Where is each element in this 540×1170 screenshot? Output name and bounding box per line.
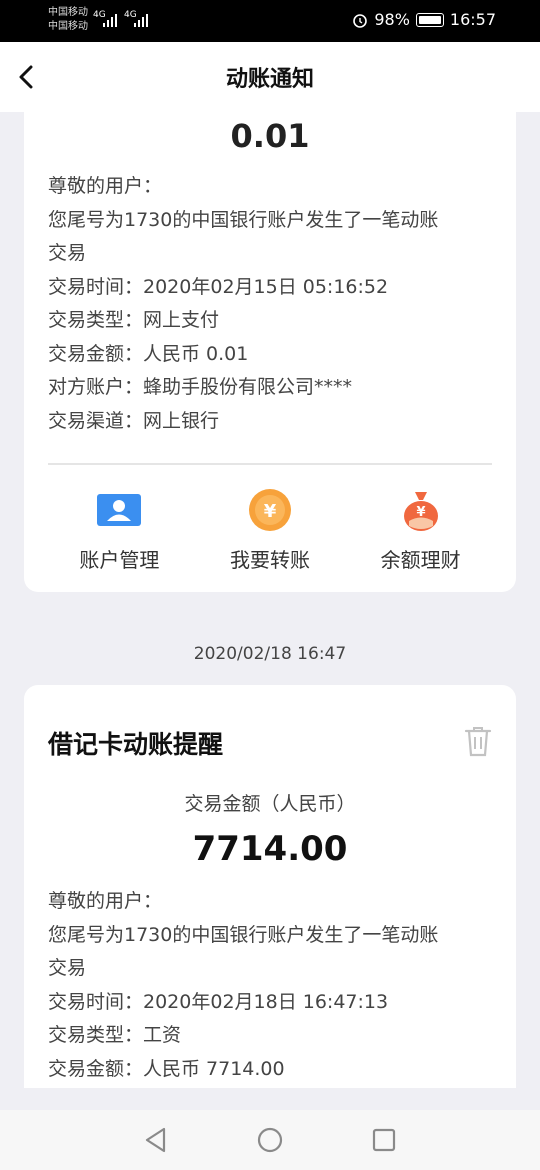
signal-icon bbox=[134, 14, 148, 27]
recents-square-icon[interactable] bbox=[370, 1126, 398, 1154]
alarm-icon bbox=[353, 13, 368, 28]
amount-value: 0.01 bbox=[230, 117, 310, 155]
carrier-1: 中国移动 bbox=[48, 7, 88, 18]
transaction-details: 尊敬的用户： 您尾号为1730的中国银行账户发生了一笔动账 交易 交易时间：20… bbox=[48, 170, 498, 438]
back-button[interactable] bbox=[14, 62, 38, 92]
wealth-management-button[interactable]: ¥ 余额理财 bbox=[351, 490, 491, 573]
detail-line: 交易类型：工资 bbox=[48, 1024, 182, 1046]
status-bar: 中国移动 中国移动 4G 4G 98% 16:57 bbox=[0, 0, 540, 42]
detail-line: 交易渠道：网上银行 bbox=[48, 409, 220, 432]
detail-line: 交易类型：网上支付 bbox=[48, 309, 220, 331]
transfer-button[interactable]: ¥ 我要转账 bbox=[200, 489, 340, 573]
divider bbox=[48, 463, 492, 465]
detail-line: 对方账户：蜂助手股份有限公司**** bbox=[48, 376, 353, 398]
detail-line: 交易 bbox=[48, 957, 87, 979]
card-title: 借记卡动账提醒 bbox=[48, 730, 224, 759]
action-row: 账户管理 ¥ 我要转账 ¥ 余额理财 bbox=[24, 489, 516, 573]
detail-line: 您尾号为1730的中国银行账户发生了一笔动账 bbox=[48, 923, 439, 946]
signal-icon bbox=[103, 14, 117, 27]
back-triangle-icon[interactable] bbox=[142, 1126, 170, 1154]
message-timestamp: 2020/02/18 16:47 bbox=[193, 644, 347, 664]
action-label: 余额理财 bbox=[380, 548, 461, 572]
status-right: 98% 16:57 bbox=[352, 10, 496, 29]
system-nav-bar bbox=[0, 1110, 540, 1170]
detail-line: 尊敬的用户： bbox=[48, 890, 163, 912]
detail-line: 您尾号为1730的中国银行账户发生了一笔动账 bbox=[48, 208, 439, 231]
home-circle-icon[interactable] bbox=[256, 1126, 284, 1154]
yuan-coin-icon: ¥ bbox=[248, 489, 292, 531]
message-list[interactable]: 0.01 尊敬的用户： 您尾号为1730的中国银行账户发生了一笔动账 交易 交易… bbox=[0, 112, 540, 1088]
account-management-button[interactable]: 账户管理 bbox=[49, 490, 189, 573]
transaction-details: 尊敬的用户： 您尾号为1730的中国银行账户发生了一笔动账 交易 交易时间：20… bbox=[48, 885, 498, 1086]
carrier-2: 中国移动 bbox=[48, 21, 88, 32]
svg-text:¥: ¥ bbox=[416, 505, 425, 520]
battery-percent: 98% bbox=[374, 10, 410, 29]
chevron-left-icon bbox=[19, 65, 33, 89]
transaction-card: 0.01 尊敬的用户： 您尾号为1730的中国银行账户发生了一笔动账 交易 交易… bbox=[24, 112, 516, 592]
detail-line: 交易 bbox=[48, 242, 87, 264]
amount-value: 7714.00 bbox=[192, 829, 348, 869]
detail-line: 交易金额：人民币 0.01 bbox=[48, 342, 249, 365]
page-title: 动账通知 bbox=[225, 67, 314, 92]
amount-label: 交易金额（人民币） bbox=[184, 793, 356, 815]
battery-icon bbox=[415, 12, 444, 27]
detail-line: 尊敬的用户： bbox=[48, 175, 163, 197]
money-bag-icon: ¥ bbox=[399, 490, 443, 531]
action-label: 我要转账 bbox=[229, 548, 310, 572]
trash-icon[interactable] bbox=[464, 725, 492, 757]
detail-line: 交易金额：人民币 7714.00 bbox=[48, 1057, 285, 1080]
detail-line: 交易时间：2020年02月15日 05:16:52 bbox=[48, 275, 389, 298]
carrier-info: 中国移动 中国移动 bbox=[48, 6, 88, 34]
action-label: 账户管理 bbox=[79, 548, 160, 572]
debit-alert-card: 借记卡动账提醒 交易金额（人民币） 7714.00 尊敬的用户： 您尾号为173… bbox=[24, 685, 516, 1088]
detail-line: 交易时间：2020年02月18日 16:47:13 bbox=[48, 990, 389, 1013]
svg-text:¥: ¥ bbox=[264, 501, 277, 522]
account-card-icon bbox=[97, 490, 142, 530]
clock: 16:57 bbox=[449, 10, 496, 29]
nav-bar: 动账通知 bbox=[0, 42, 540, 112]
